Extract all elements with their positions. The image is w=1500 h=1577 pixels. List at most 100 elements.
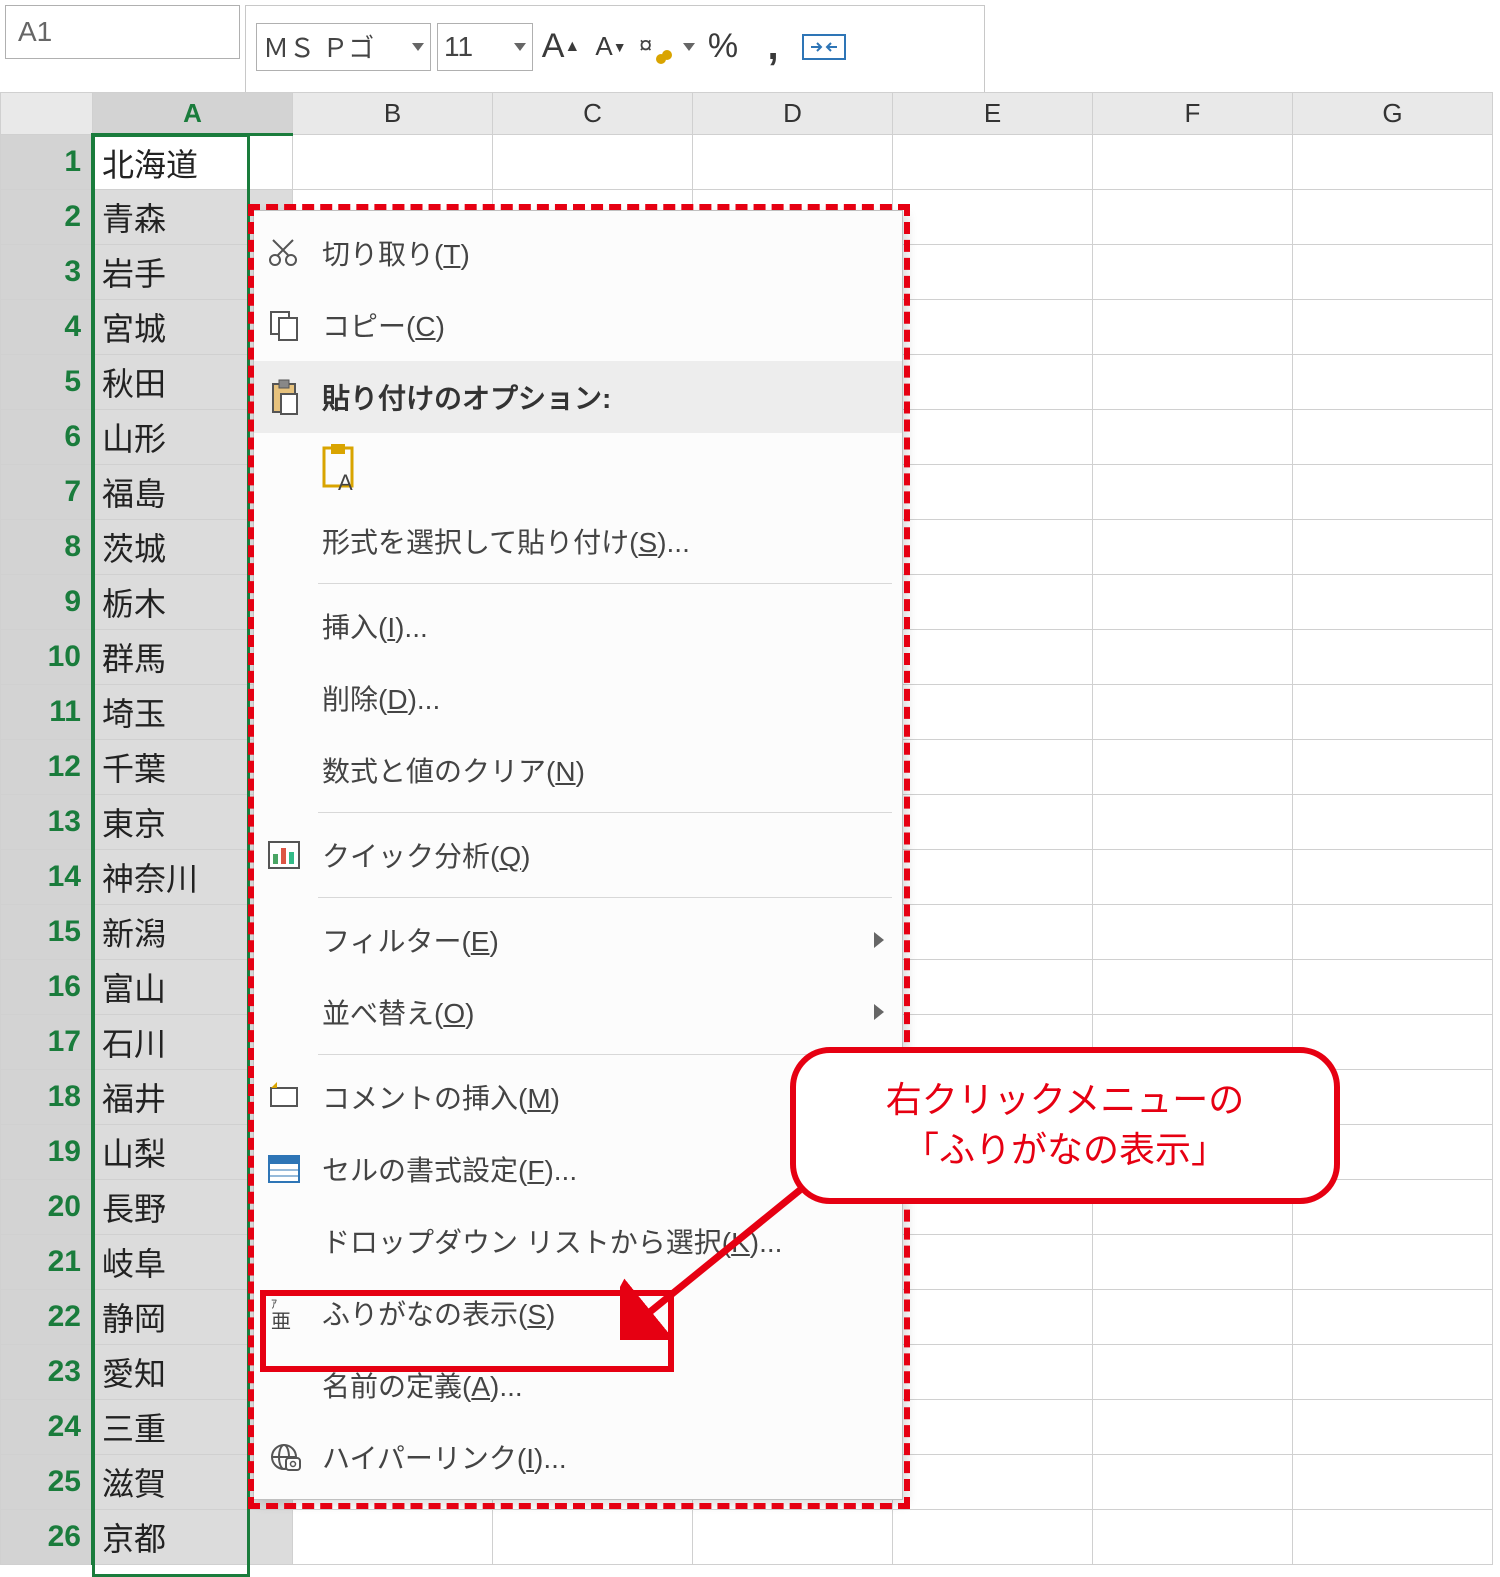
menu-insert[interactable]: 挿入(I)... (254, 590, 902, 662)
cell-F5[interactable] (1093, 355, 1293, 410)
row-header-20[interactable]: 20 (1, 1180, 93, 1235)
row-header-8[interactable]: 8 (1, 520, 93, 575)
cell-F12[interactable] (1093, 740, 1293, 795)
cell-E10[interactable] (893, 630, 1093, 685)
cell-G2[interactable] (1293, 190, 1493, 245)
currency-icon[interactable]: ¤ (639, 18, 695, 76)
row-header-9[interactable]: 9 (1, 575, 93, 630)
cell-F8[interactable] (1093, 520, 1293, 575)
cell-F26[interactable] (1093, 1510, 1293, 1565)
cell-G16[interactable] (1293, 960, 1493, 1015)
cell-E25[interactable] (893, 1455, 1093, 1510)
cell-F22[interactable] (1093, 1290, 1293, 1345)
menu-cut[interactable]: 切り取り(T) (254, 217, 902, 289)
cell-E24[interactable] (893, 1400, 1093, 1455)
cell-E4[interactable] (893, 300, 1093, 355)
menu-clear[interactable]: 数式と値のクリア(N) (254, 734, 902, 806)
row-header-15[interactable]: 15 (1, 905, 93, 960)
row-header-22[interactable]: 22 (1, 1290, 93, 1345)
row-header-2[interactable]: 2 (1, 190, 93, 245)
cell-G22[interactable] (1293, 1290, 1493, 1345)
row-header-7[interactable]: 7 (1, 465, 93, 520)
cell-G26[interactable] (1293, 1510, 1493, 1565)
col-header-F[interactable]: F (1093, 93, 1293, 135)
row-header-16[interactable]: 16 (1, 960, 93, 1015)
cell-F14[interactable] (1093, 850, 1293, 905)
row-header-18[interactable]: 18 (1, 1070, 93, 1125)
cell-F23[interactable] (1093, 1345, 1293, 1400)
cell-D26[interactable] (693, 1510, 893, 1565)
cell-B1[interactable] (293, 135, 493, 190)
cell-F13[interactable] (1093, 795, 1293, 850)
cell-G9[interactable] (1293, 575, 1493, 630)
row-header-17[interactable]: 17 (1, 1015, 93, 1070)
row-header-4[interactable]: 4 (1, 300, 93, 355)
col-header-C[interactable]: C (493, 93, 693, 135)
cell-F24[interactable] (1093, 1400, 1293, 1455)
row-header-25[interactable]: 25 (1, 1455, 93, 1510)
col-header-A[interactable]: A (93, 93, 293, 135)
col-header-G[interactable]: G (1293, 93, 1493, 135)
cell-A26[interactable]: 京都 (93, 1510, 293, 1565)
decrease-font-icon[interactable]: A▼ (589, 18, 633, 76)
cell-E23[interactable] (893, 1345, 1093, 1400)
menu-hyperlink[interactable]: ハイパーリンク(I)... (254, 1421, 902, 1493)
cell-F1[interactable] (1093, 135, 1293, 190)
cell-C1[interactable] (493, 135, 693, 190)
cell-G12[interactable] (1293, 740, 1493, 795)
cell-E7[interactable] (893, 465, 1093, 520)
cell-G24[interactable] (1293, 1400, 1493, 1455)
cell-E21[interactable] (893, 1235, 1093, 1290)
row-header-12[interactable]: 12 (1, 740, 93, 795)
row-header-21[interactable]: 21 (1, 1235, 93, 1290)
cell-G21[interactable] (1293, 1235, 1493, 1290)
cell-E1[interactable] (893, 135, 1093, 190)
menu-filter[interactable]: フィルター(E) (254, 904, 902, 976)
name-box[interactable]: A1 (5, 5, 240, 59)
cell-F6[interactable] (1093, 410, 1293, 465)
cell-F15[interactable] (1093, 905, 1293, 960)
cell-G8[interactable] (1293, 520, 1493, 575)
menu-sort[interactable]: 並べ替え(O) (254, 976, 902, 1048)
row-header-24[interactable]: 24 (1, 1400, 93, 1455)
cell-F25[interactable] (1093, 1455, 1293, 1510)
cell-A1[interactable]: 北海道 (93, 135, 293, 190)
cell-F11[interactable] (1093, 685, 1293, 740)
cell-G4[interactable] (1293, 300, 1493, 355)
cell-G11[interactable] (1293, 685, 1493, 740)
cell-E3[interactable] (893, 245, 1093, 300)
cell-G7[interactable] (1293, 465, 1493, 520)
paste-option-default[interactable]: A (318, 433, 902, 505)
cell-F7[interactable] (1093, 465, 1293, 520)
row-header-11[interactable]: 11 (1, 685, 93, 740)
cell-C26[interactable] (493, 1510, 693, 1565)
cell-E11[interactable] (893, 685, 1093, 740)
menu-quick-analysis[interactable]: クイック分析(Q) (254, 819, 902, 891)
cell-D1[interactable] (693, 135, 893, 190)
cell-G14[interactable] (1293, 850, 1493, 905)
cell-E14[interactable] (893, 850, 1093, 905)
cell-E2[interactable] (893, 190, 1093, 245)
row-header-10[interactable]: 10 (1, 630, 93, 685)
select-all-corner[interactable] (1, 93, 93, 135)
cell-G13[interactable] (1293, 795, 1493, 850)
menu-copy[interactable]: コピー(C) (254, 289, 902, 361)
cell-E12[interactable] (893, 740, 1093, 795)
cell-E8[interactable] (893, 520, 1093, 575)
row-header-3[interactable]: 3 (1, 245, 93, 300)
merge-icon[interactable] (801, 18, 847, 76)
cell-G23[interactable] (1293, 1345, 1493, 1400)
cell-E15[interactable] (893, 905, 1093, 960)
row-header-26[interactable]: 26 (1, 1510, 93, 1565)
cell-F16[interactable] (1093, 960, 1293, 1015)
cell-E26[interactable] (893, 1510, 1093, 1565)
row-header-19[interactable]: 19 (1, 1125, 93, 1180)
cell-B26[interactable] (293, 1510, 493, 1565)
cell-F3[interactable] (1093, 245, 1293, 300)
cell-F2[interactable] (1093, 190, 1293, 245)
cell-F21[interactable] (1093, 1235, 1293, 1290)
cell-G25[interactable] (1293, 1455, 1493, 1510)
row-header-14[interactable]: 14 (1, 850, 93, 905)
row-header-13[interactable]: 13 (1, 795, 93, 850)
menu-paste-options[interactable]: 貼り付けのオプション: (254, 361, 902, 433)
